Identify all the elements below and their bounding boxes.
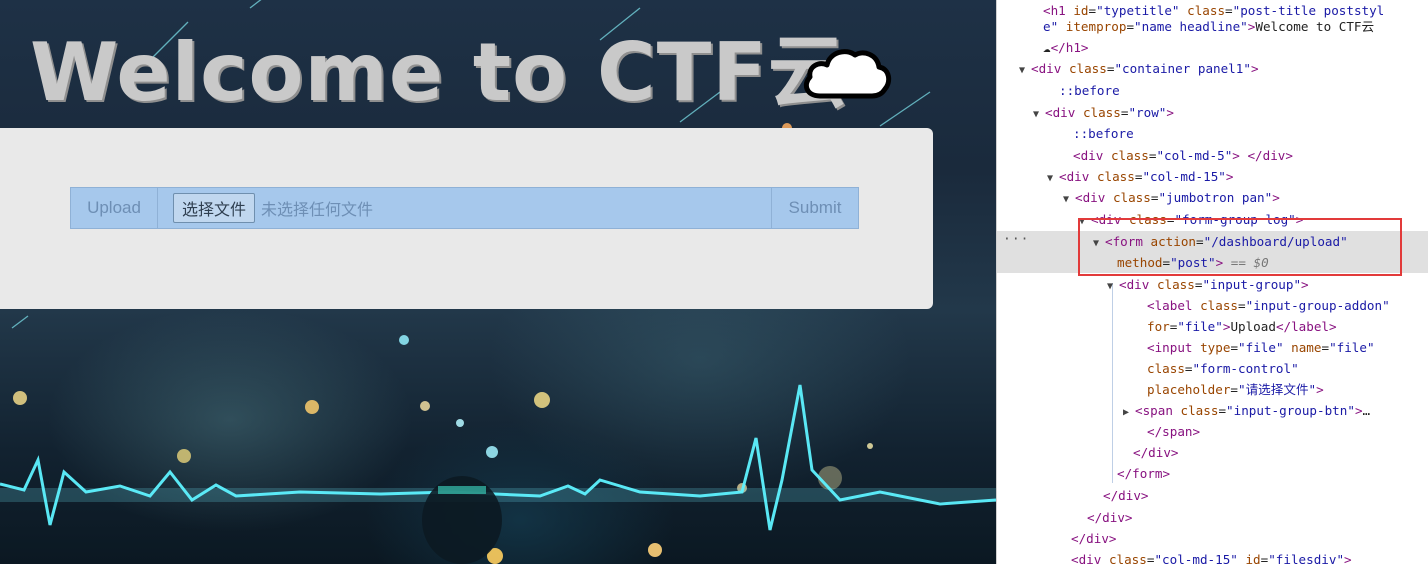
dom-node-markup: <input type="file" name="file" [1147, 340, 1375, 355]
dom-node-markup: <div class="col-md-15" id="filesdiv"> [1071, 552, 1352, 564]
expand-triangle-icon[interactable]: ▼ [1063, 189, 1075, 210]
dom-node-markup: <div class="col-md-15"> [1059, 169, 1234, 184]
dom-tree-node[interactable]: ▼ <div class="container panel1"> [1019, 58, 1259, 79]
cloud-icon [803, 49, 892, 99]
dom-tree-node[interactable]: <div class="col-md-5"> </div> [1061, 145, 1293, 166]
dom-node-markup: <div class="jumbotron pan"> [1075, 190, 1280, 205]
collapsed-triangle-icon[interactable]: ▶ [1123, 402, 1135, 423]
dom-node-markup: <label class="input-group-addon" [1147, 298, 1390, 313]
dom-tree-node[interactable]: <input type="file" name="file" [1135, 337, 1375, 358]
dom-tree-node[interactable]: ▶ <span class="input-group-btn">… [1123, 400, 1370, 421]
dom-node-markup: </div> [1133, 445, 1179, 460]
dom-tree-node[interactable]: ::before [1047, 80, 1120, 101]
dom-node-markup: </div> [1103, 488, 1149, 503]
dom-node-markup: placeholder="请选择文件"> [1147, 382, 1324, 397]
expand-triangle-icon[interactable]: ▼ [1019, 60, 1031, 81]
dom-node-markup: <div class="col-md-5"> </div> [1073, 148, 1293, 163]
dom-tree-node[interactable]: ::before [1061, 123, 1134, 144]
dom-node-markup: e" itemprop="name headline">Welcome to C… [1043, 19, 1375, 34]
dom-node-markup: class="form-control" [1147, 361, 1299, 376]
submit-button[interactable]: Submit [771, 188, 858, 228]
dom-node-markup: <div class="row"> [1045, 105, 1174, 120]
dom-node-markup: </div> [1071, 531, 1117, 546]
tree-guide-line [1112, 283, 1113, 483]
dom-tree-node[interactable]: ▼ <div class="col-md-15"> [1047, 166, 1233, 187]
dom-tree-node[interactable]: </span> [1135, 421, 1200, 442]
dom-tree-node[interactable]: </form> [1105, 463, 1170, 484]
dom-tree-node[interactable]: </div> [1091, 485, 1149, 506]
dom-node-markup: </div> [1087, 510, 1133, 525]
dom-tree-node[interactable]: class="form-control" [1135, 358, 1299, 379]
file-input[interactable]: 选择文件 未选择任何文件 [158, 188, 771, 228]
dom-tree-node[interactable]: <div class="col-md-15" id="filesdiv"> [1059, 549, 1352, 564]
more-actions-icon[interactable]: ··· [1003, 232, 1029, 247]
dom-node-markup: <div class="container panel1"> [1031, 61, 1259, 76]
dom-tree-node[interactable]: e" itemprop="name headline">Welcome to C… [1031, 16, 1374, 37]
dom-node-markup: </form> [1117, 466, 1171, 481]
file-status-text: 未选择任何文件 [261, 200, 374, 219]
upload-input-group: Upload 选择文件 未选择任何文件 Submit [70, 187, 859, 229]
expand-triangle-icon[interactable]: ▼ [1047, 168, 1059, 189]
dom-node-markup: <span class="input-group-btn">… [1135, 403, 1371, 418]
dom-node-markup: </span> [1147, 424, 1201, 439]
dom-node-markup: ::before [1059, 83, 1120, 98]
dom-node-markup: ☁</h1> [1043, 40, 1089, 55]
page-viewport: Welcome to CTF云 Upload 选择文件 未选择任何文件 Subm… [0, 0, 996, 564]
dom-node-markup: for="file">Upload</label> [1147, 319, 1337, 334]
dom-tree-node[interactable]: for="file">Upload</label> [1135, 316, 1337, 337]
dom-tree-node[interactable]: ▼ <div class="row"> [1033, 102, 1174, 123]
site-title: Welcome to CTF云 [30, 26, 849, 119]
dom-tree-node[interactable]: placeholder="请选择文件"> [1135, 379, 1324, 400]
selected-element-highlight [1078, 218, 1402, 276]
dom-tree-node[interactable]: ▼ <div class="jumbotron pan"> [1063, 187, 1280, 208]
dom-tree-node[interactable]: </div> [1121, 442, 1179, 463]
upload-panel: Upload 选择文件 未选择任何文件 Submit [0, 128, 933, 309]
expand-triangle-icon[interactable]: ▼ [1107, 276, 1119, 297]
dom-tree-node[interactable]: ▼ <div class="input-group"> [1107, 274, 1309, 295]
expand-triangle-icon[interactable]: ▼ [1033, 104, 1045, 125]
dom-node-markup: <div class="input-group"> [1119, 277, 1309, 292]
dom-tree-node[interactable]: <label class="input-group-addon" [1135, 295, 1390, 316]
dom-node-markup: ::before [1073, 126, 1134, 141]
choose-file-button[interactable]: 选择文件 [173, 193, 256, 223]
dom-tree-node[interactable]: ☁</h1> [1031, 37, 1089, 58]
dom-tree-node[interactable]: </div> [1059, 528, 1117, 549]
dom-tree-node[interactable]: </div> [1075, 507, 1133, 528]
devtools-elements-panel: <h1 id="typetitle" class="post-title pos… [996, 0, 1428, 564]
upload-label[interactable]: Upload [71, 188, 158, 228]
